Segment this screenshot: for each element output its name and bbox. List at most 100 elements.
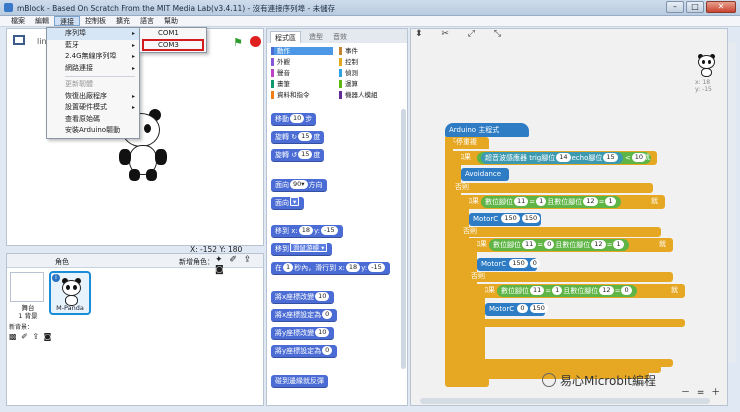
watermark: 易心Microbit編程 <box>542 372 656 389</box>
if-digital-block-3[interactable]: 如果 數位腳位 11 = 1 且數位腳位 12 = 0 就 <box>477 284 685 298</box>
fullscreen-icon[interactable] <box>13 35 25 45</box>
green-flag-icon[interactable]: ⚑ <box>233 36 243 49</box>
menu-edit[interactable]: 編輯 <box>30 16 54 26</box>
block-turn-left[interactable]: 旋轉 ↺ 15 度 <box>271 149 325 162</box>
block-change-x[interactable]: 將x座標改變 10 <box>271 291 335 304</box>
if-ultrasonic-block[interactable]: 如果 超音波感應器 trig腳位 14 echo腳位 15 <10 就 <box>453 151 657 165</box>
sprite-position: x: 18 y: -15 <box>695 79 712 93</box>
palette-tabs: 程式區 造型 音效 <box>267 29 407 43</box>
menu-item-24g[interactable]: 2.4G無線序列埠 ▸ <box>47 51 139 63</box>
menu-extensions[interactable]: 擴充 <box>111 16 135 26</box>
tab-costumes[interactable]: 造型 <box>305 31 327 43</box>
menu-help[interactable]: 幫助 <box>159 16 183 26</box>
menu-item-com1[interactable]: COM1 <box>140 28 206 39</box>
category-control[interactable]: 控制 <box>339 58 401 66</box>
menu-item-reset-default[interactable]: 恢復出廠程序 ▸ <box>47 91 139 103</box>
category-data[interactable]: 資料和指令 <box>271 91 333 99</box>
block-change-y[interactable]: 將y座標改變 10 <box>271 327 335 340</box>
category-motion[interactable]: 動作 <box>271 47 333 55</box>
zoom-controls[interactable]: － = ＋ <box>681 385 722 398</box>
category-sound[interactable]: 聲音 <box>271 69 333 77</box>
menu-item-view-source[interactable]: 查看原始碼 <box>47 114 139 126</box>
tab-sounds[interactable]: 音效 <box>329 31 351 43</box>
sprite-card-panda[interactable]: i M-Panda <box>49 271 91 315</box>
connect-dropdown: 序列埠 ▸ 藍牙 ▸ 2.4G無線序列埠 ▸ 網路連接 ▸ 更新韌體 恢復出廠程序 ▸ 設… <box>46 27 140 139</box>
motor-block-1[interactable]: MotorC 150 150 <box>469 213 541 226</box>
avoidance-block[interactable]: Avoidance <box>461 168 509 181</box>
sprite-name: M-Panda <box>56 304 84 312</box>
category-pen[interactable]: 畫筆 <box>271 80 333 88</box>
menu-language[interactable]: 語言 <box>135 16 159 26</box>
script-tools[interactable]: ⬍ ✂ ⤢ ⤡ <box>411 29 727 43</box>
menu-item-hardware-mode[interactable]: 設置硬件模式 ▸ <box>47 102 139 114</box>
menu-item-network[interactable]: 網路連接 ▸ <box>47 63 139 75</box>
block-turn-right[interactable]: 旋轉 ↻ 15 度 <box>271 131 325 144</box>
block-set-x[interactable]: 將x座標設定為 0 <box>271 309 338 322</box>
maximize-button[interactable]: □ <box>686 1 704 13</box>
block-palette: 程式區 造型 音效 動作 事件 外觀 控制 聲音 偵測 畫筆 運算 資料和指令 … <box>266 28 408 406</box>
else1-bar: 否則 <box>453 183 653 193</box>
menu-item-update-firmware[interactable]: 更新韌體 <box>47 79 139 91</box>
menu-item-serial[interactable]: 序列埠 ▸ <box>47 28 139 40</box>
menu-item-install-driver[interactable]: 安裝Arduino驅動 <box>47 125 139 137</box>
arduino-main-hat[interactable]: Arduino 主程式 <box>445 123 529 137</box>
compare-ultrasonic[interactable]: 超音波感應器 trig腳位 14 echo腳位 15 <10 <box>477 152 652 164</box>
category-events[interactable]: 事件 <box>339 47 401 55</box>
wechat-icon <box>542 373 556 387</box>
stage-thumbnail[interactable] <box>10 272 44 302</box>
block-move-steps[interactable]: 移動 10 步 <box>271 113 317 126</box>
category-operators[interactable]: 運算 <box>339 80 401 88</box>
panda-corner-icon <box>697 53 717 77</box>
block-goto-target[interactable]: 移到 滑鼠游標 ▾ <box>271 243 333 256</box>
menu-bar: 檔案 編輯 連接 控制板 擴充 語言 幫助 <box>0 16 740 27</box>
minimize-button[interactable]: – <box>666 1 684 13</box>
block-goto-xy[interactable]: 移到 x: 18 y: -15 <box>271 225 343 238</box>
menu-file[interactable]: 檔案 <box>6 16 30 26</box>
ultrasonic-reporter[interactable]: 超音波感應器 trig腳位 14 echo腳位 15 <box>481 152 623 164</box>
if4-foot <box>477 319 685 327</box>
tab-scripts[interactable]: 程式區 <box>270 31 301 43</box>
app-icon <box>4 3 13 12</box>
title-bar: mBlock - Based On Scratch From the MIT M… <box>0 0 740 16</box>
window-title: mBlock - Based On Scratch From the MIT M… <box>17 4 336 13</box>
menu-item-com3[interactable]: COM3 <box>142 39 204 51</box>
and-condition-3[interactable]: 數位腳位 11 = 1 且數位腳位 12 = 0 <box>497 285 637 297</box>
category-robots[interactable]: 機器人模組 <box>339 91 401 99</box>
menu-item-bluetooth[interactable]: 藍牙 ▸ <box>47 40 139 52</box>
close-button[interactable]: ✕ <box>706 1 736 13</box>
block-point-towards[interactable]: 面向 ▾ <box>271 197 305 210</box>
new-backdrop-label: 新背景： <box>9 324 34 331</box>
new-sprite-tools[interactable]: ✦ ✐ ⇪ ◙ <box>215 255 263 275</box>
motor-block-2[interactable]: MotorC 150 0 <box>477 258 540 271</box>
if-digital-block-2[interactable]: 如果 數位腳位 11 = 0 且數位腳位 12 = 1 就 <box>469 238 673 252</box>
block-bounce-edge[interactable]: 碰到邊緣就反彈 <box>271 375 328 388</box>
block-set-y[interactable]: 將y座標設定為 0 <box>271 345 338 358</box>
else3-bar: 否則 <box>469 272 673 282</box>
info-icon[interactable]: i <box>52 274 60 282</box>
sprite-header-label: 角色 <box>55 258 69 266</box>
block-point-direction[interactable]: 面向 90▾ 方向 <box>271 179 327 192</box>
panda-thumbnail <box>61 277 83 307</box>
stop-icon[interactable] <box>250 36 261 47</box>
menu-connect[interactable]: 連接 <box>54 16 80 26</box>
category-sensing[interactable]: 偵測 <box>339 69 401 77</box>
category-looks[interactable]: 外觀 <box>271 58 333 66</box>
forever-foot <box>445 379 489 387</box>
if2-arm <box>461 195 469 373</box>
scripts-vertical-scrollbar[interactable] <box>728 42 736 362</box>
if-digital-block-1[interactable]: 如果 數位腳位 11 = 1 且數位腳位 12 = 1 就 <box>461 195 665 209</box>
and-condition-2[interactable]: 數位腳位 11 = 0 且數位腳位 12 = 1 <box>489 239 629 251</box>
stage-caption: 舞台 1 背景 <box>18 304 38 320</box>
if3-arm <box>469 238 477 368</box>
and-condition-1[interactable]: 數位腳位 11 = 1 且數位腳位 12 = 1 <box>481 196 621 208</box>
block-glide[interactable]: 在 1 秒內，滑行到 x: 18 y: -15 <box>271 262 390 275</box>
scripts-area[interactable]: ⬍ ✂ ⤢ ⤡ x: 18 y: -15 Arduino 主程式 不停重複 如果… <box>410 28 728 406</box>
sprite-panel: 角色 新增角色： ✦ ✐ ⇪ ◙ 舞台 1 背景 新背景： ▩ ✐ ⇪ ◙ i … <box>6 253 264 406</box>
menu-boards[interactable]: 控制板 <box>80 16 111 26</box>
motor-block-3[interactable]: MotorC 0 150 <box>485 303 548 316</box>
new-backdrop-tools[interactable]: ▩ ✐ ⇪ ◙ <box>9 332 52 341</box>
new-sprite-label: 新增角色： <box>179 258 214 266</box>
forever-arm <box>445 137 453 383</box>
scripts-horizontal-scrollbar[interactable] <box>420 398 710 404</box>
palette-scrollbar[interactable] <box>401 109 406 369</box>
